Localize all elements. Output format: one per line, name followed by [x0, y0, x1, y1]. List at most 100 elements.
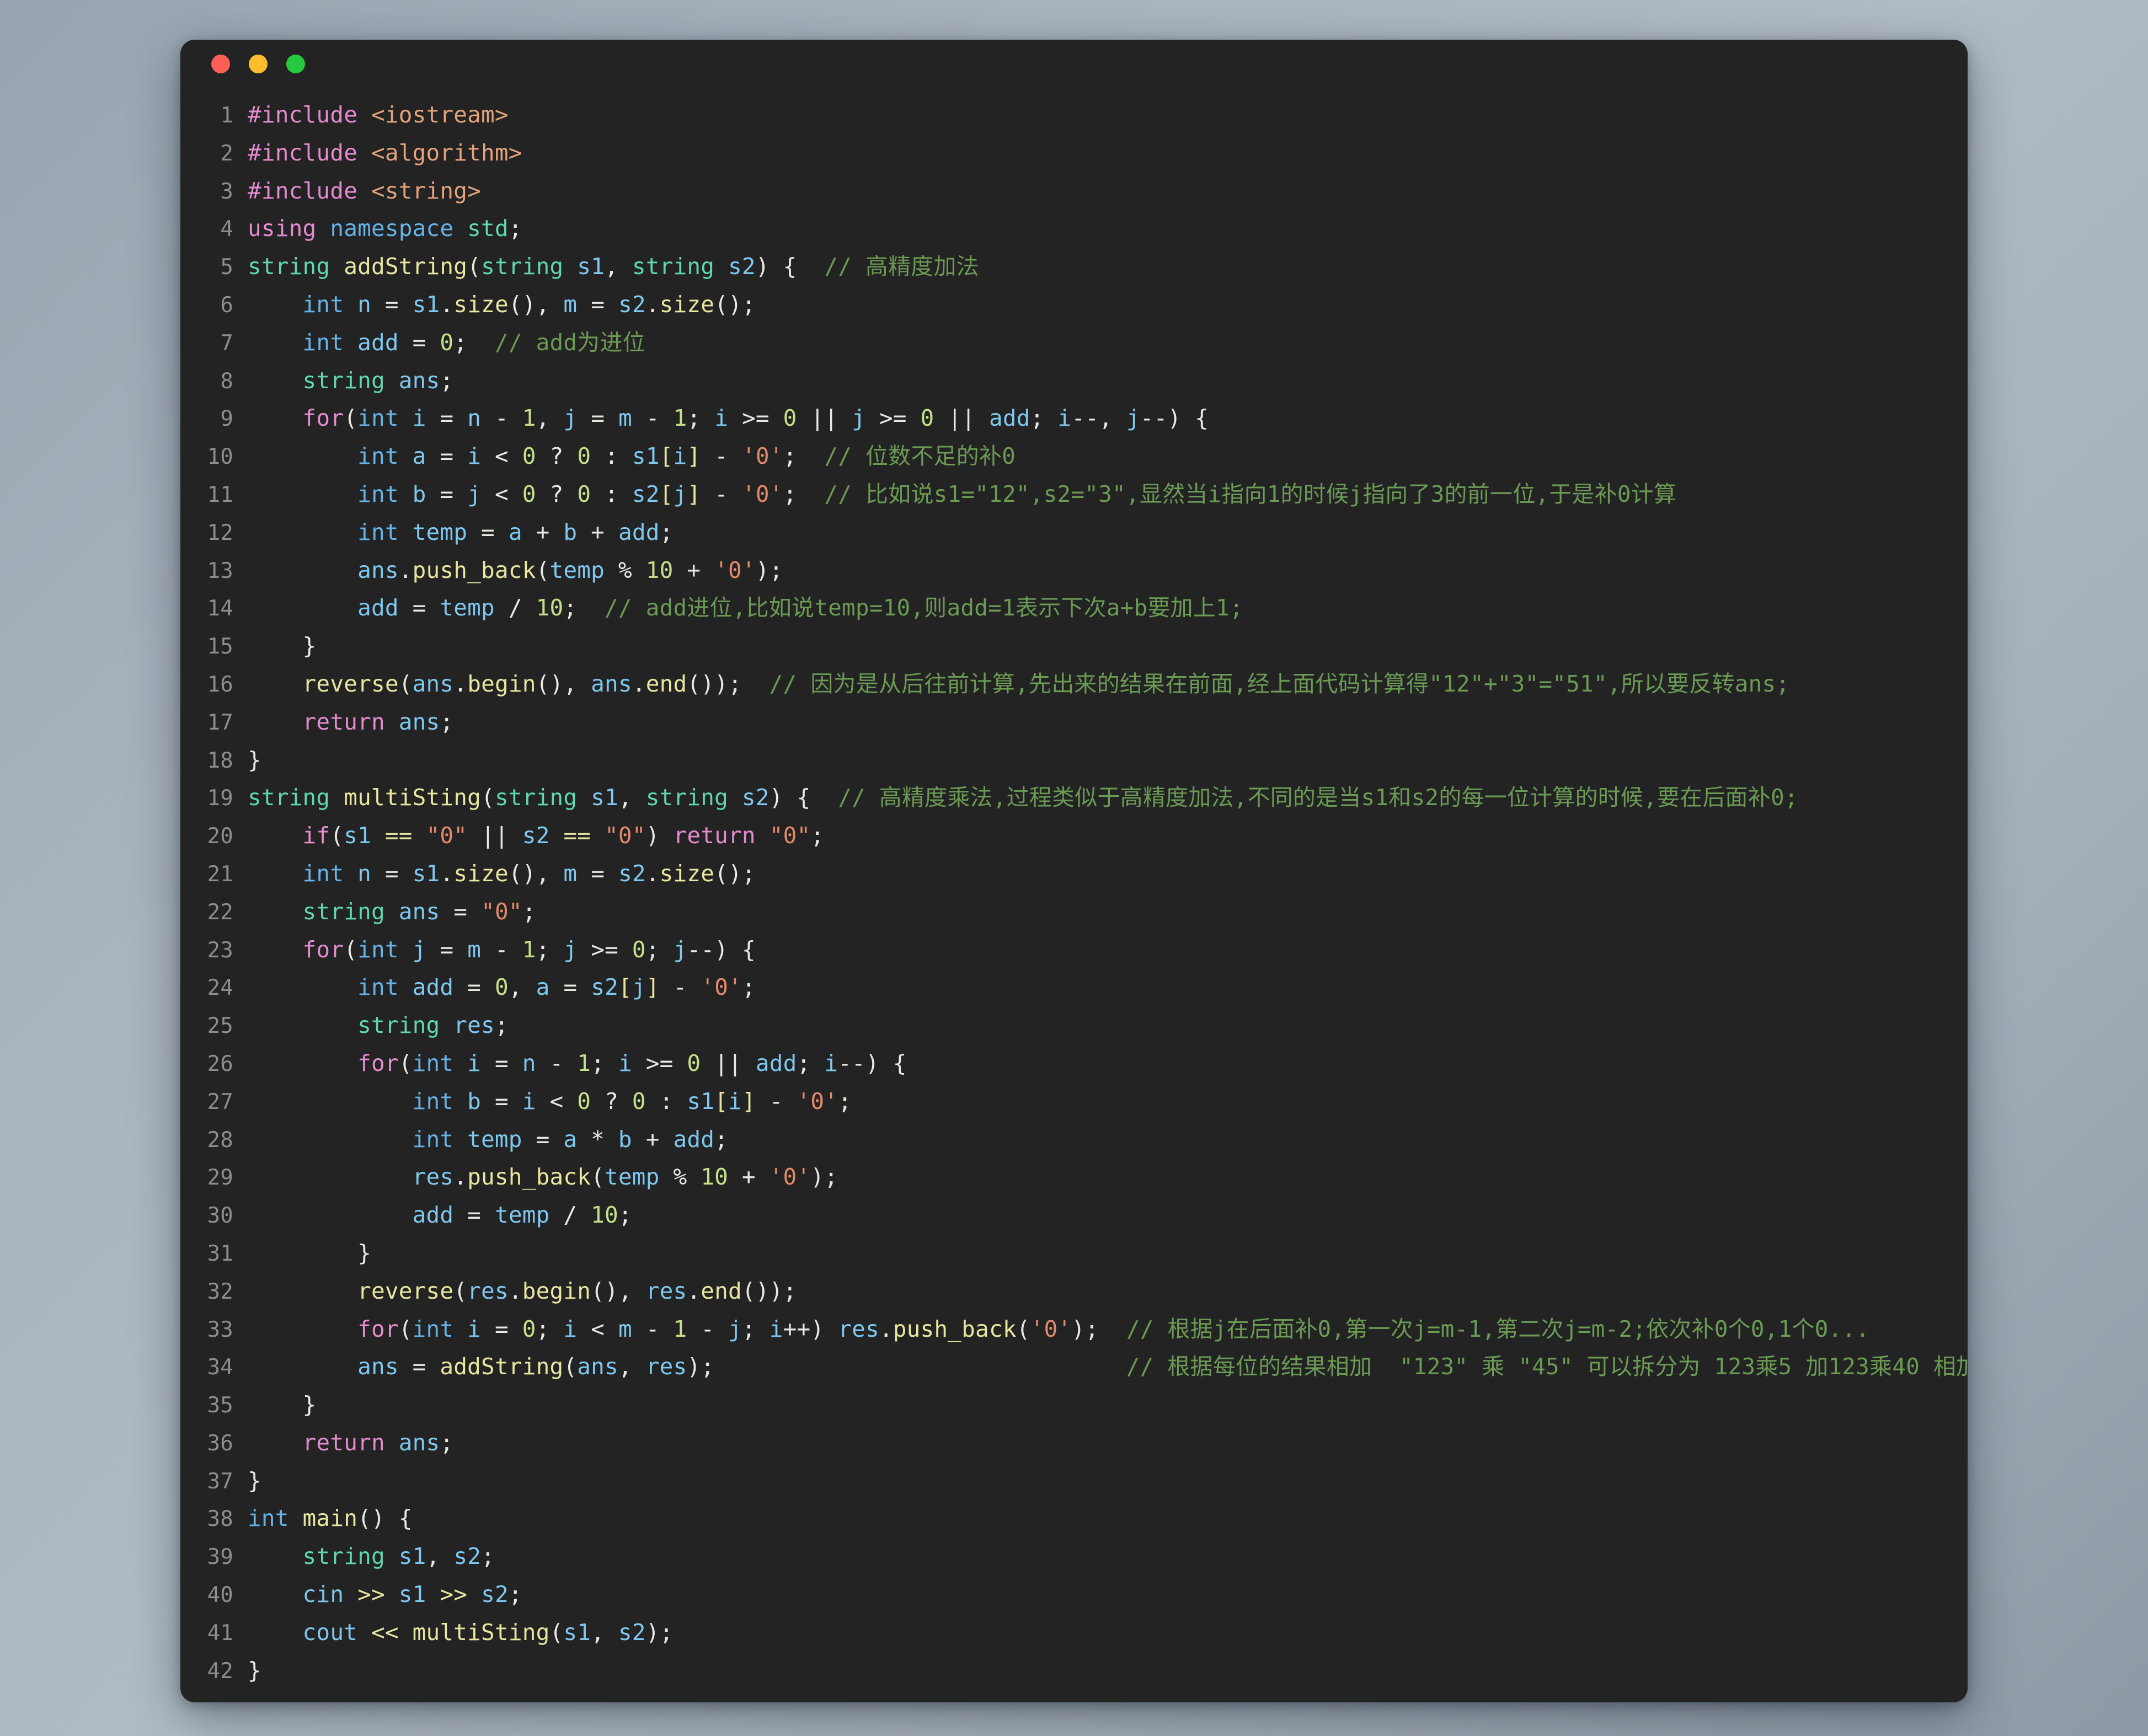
- code-line[interactable]: 24 int add = 0, a = s2[j] - '0';: [180, 968, 1968, 1006]
- code-line[interactable]: 38 int main() {: [180, 1499, 1968, 1537]
- token-comment: // 位数不足的补0: [824, 443, 1016, 470]
- code-line[interactable]: 36 return ans;: [180, 1424, 1968, 1462]
- line-number: 1: [220, 103, 233, 128]
- token-punct: (),: [508, 860, 564, 887]
- code-line[interactable]: 32 reverse(res.begin(), res.end());: [180, 1272, 1968, 1310]
- token-op: ||: [714, 1049, 756, 1076]
- code-line[interactable]: 21 int n = s1.size(), m = s2.size();: [180, 855, 1968, 893]
- code-line[interactable]: 25 string res;: [180, 1006, 1968, 1044]
- code-line[interactable]: 33 for(int i = 0; i < m - 1 - j; i++) re…: [180, 1310, 1968, 1348]
- close-button[interactable]: [211, 55, 230, 73]
- token-punct: );: [687, 1353, 1126, 1380]
- line-code: int b = j < 0 ? 0 : s2[j] - '0'; // 比如说s…: [248, 475, 1676, 513]
- code-line[interactable]: 4 using namespace std;: [180, 210, 1968, 248]
- token-type: string: [248, 253, 344, 280]
- token-op: +: [591, 518, 618, 545]
- code-line[interactable]: 15 }: [180, 627, 1968, 665]
- token-punct: ());: [741, 1277, 797, 1304]
- token-fn: push_back: [467, 1164, 591, 1191]
- token-var: s1: [398, 1543, 426, 1570]
- code-line[interactable]: 31 }: [180, 1234, 1968, 1272]
- minimize-button[interactable]: [249, 55, 268, 73]
- token-punct: (: [481, 784, 495, 811]
- token-type: string: [632, 253, 729, 280]
- token-int: int: [302, 329, 358, 356]
- code-line[interactable]: 22 string ans = "0";: [180, 893, 1968, 931]
- code-line[interactable]: 8 string ans;: [180, 362, 1968, 400]
- token-op: =: [481, 518, 509, 545]
- token-punct: .: [453, 1164, 468, 1191]
- token-fn: push_back: [893, 1315, 1017, 1342]
- code-line[interactable]: 34 ans = addString(ans, res); // 根据每位的结果…: [180, 1348, 1968, 1386]
- code-line[interactable]: 19 string multiSting(string s1, string s2…: [180, 779, 1968, 817]
- line-code: string ans = "0";: [248, 893, 536, 931]
- code-line[interactable]: 13 ans.push_back(temp % 10 + '0');: [180, 551, 1968, 590]
- code-line[interactable]: 1 #include <iostream>: [180, 96, 1968, 134]
- code-line[interactable]: 11 int b = j < 0 ? 0 : s2[j] - '0'; // 比…: [180, 475, 1968, 513]
- token-var: s2: [453, 1543, 482, 1570]
- token-int: int: [412, 1087, 468, 1115]
- token-fn: begin: [467, 670, 536, 697]
- token-punct: ,: [618, 1353, 646, 1380]
- line-code: ans.push_back(temp % 10 + '0');: [248, 551, 783, 590]
- token-var: j: [632, 974, 646, 1001]
- code-line[interactable]: 35 }: [180, 1386, 1968, 1424]
- token-punct: .: [398, 556, 413, 583]
- code-line[interactable]: 18}: [180, 741, 1968, 779]
- token-punct: ;: [714, 1126, 729, 1153]
- code-line[interactable]: 23 for(int j = m - 1; j >= 0; j--) {: [180, 931, 1968, 969]
- code-line[interactable]: 28 int temp = a * b + add;: [180, 1121, 1968, 1159]
- code-line[interactable]: 16 reverse(ans.begin(), ans.end()); // 因…: [180, 665, 1968, 703]
- code-line[interactable]: 41 cout << multiSting(s1, s2);: [180, 1614, 1968, 1652]
- token-var: temp: [440, 594, 509, 621]
- line-code: #include <algorithm>: [248, 134, 522, 172]
- token-type: string: [302, 367, 399, 394]
- token-punct: (: [549, 1619, 564, 1646]
- line-code: ans = addString(ans, res); // 根据每位的结果相加 …: [248, 1348, 1968, 1386]
- line-number: 33: [207, 1317, 233, 1342]
- code-line[interactable]: 2 #include <algorithm>: [180, 134, 1968, 172]
- token-var: b: [467, 1087, 495, 1115]
- token-op: -: [494, 936, 522, 963]
- code-content[interactable]: 1 #include <iostream> 2 #include <algorithm…: [180, 88, 1968, 1702]
- token-op: <: [549, 1087, 578, 1115]
- code-line[interactable]: 37}: [180, 1462, 1968, 1500]
- code-line[interactable]: 3 #include <string>: [180, 172, 1968, 210]
- maximize-button[interactable]: [286, 55, 305, 73]
- token-int: int: [357, 518, 413, 545]
- token-fn: multiSting: [412, 1619, 550, 1646]
- code-line[interactable]: 39 string s1, s2;: [180, 1537, 1968, 1576]
- token-var: i: [673, 443, 687, 470]
- code-line[interactable]: 20 if(s1 == "0" || s2 == "0") return "0"…: [180, 817, 1968, 855]
- code-line[interactable]: 40 cin >> s1 >> s2;: [180, 1576, 1968, 1614]
- code-line[interactable]: 42}: [180, 1652, 1968, 1690]
- code-line[interactable]: 10 int a = i < 0 ? 0 : s1[i] - '0'; // 位…: [180, 437, 1968, 475]
- code-line[interactable]: 17 return ans;: [180, 703, 1968, 741]
- code-line[interactable]: 12 int temp = a + b + add;: [180, 513, 1968, 551]
- token-punct: ;: [440, 708, 454, 735]
- code-line[interactable]: 26 for(int i = n - 1; i >= 0 || add; i--…: [180, 1044, 1968, 1083]
- code-line[interactable]: 14 add = temp / 10; // add进位,比如说temp=10,…: [180, 589, 1968, 627]
- code-line[interactable]: 7 int add = 0; // add为进位: [180, 324, 1968, 362]
- code-line[interactable]: 5 string addString(string s1, string s2) …: [180, 248, 1968, 286]
- token-var: i: [1057, 405, 1072, 432]
- token-std: std: [467, 215, 509, 242]
- token-var: i: [412, 405, 440, 432]
- token-punct: ;: [783, 480, 825, 507]
- code-line[interactable]: 29 res.push_back(temp % 10 + '0');: [180, 1158, 1968, 1196]
- token-op: ||: [481, 822, 522, 849]
- token-var: j: [563, 405, 591, 432]
- code-line[interactable]: 30 add = temp / 10;: [180, 1196, 1968, 1234]
- token-str: '0': [769, 1164, 811, 1191]
- token-var: res: [645, 1277, 687, 1304]
- code-line[interactable]: 27 int b = i < 0 ? 0 : s1[i] - '0';: [180, 1083, 1968, 1121]
- line-code: reverse(res.begin(), res.end());: [248, 1272, 797, 1310]
- token-punct: (: [1016, 1315, 1030, 1342]
- code-line[interactable]: 9 for(int i = n - 1, j = m - 1; i >= 0 |…: [180, 399, 1968, 437]
- line-code: string multiSting(string s1, string s2) …: [248, 779, 1798, 817]
- code-line[interactable]: 6 int n = s1.size(), m = s2.size();: [180, 286, 1968, 324]
- token-punct: ;: [659, 518, 674, 545]
